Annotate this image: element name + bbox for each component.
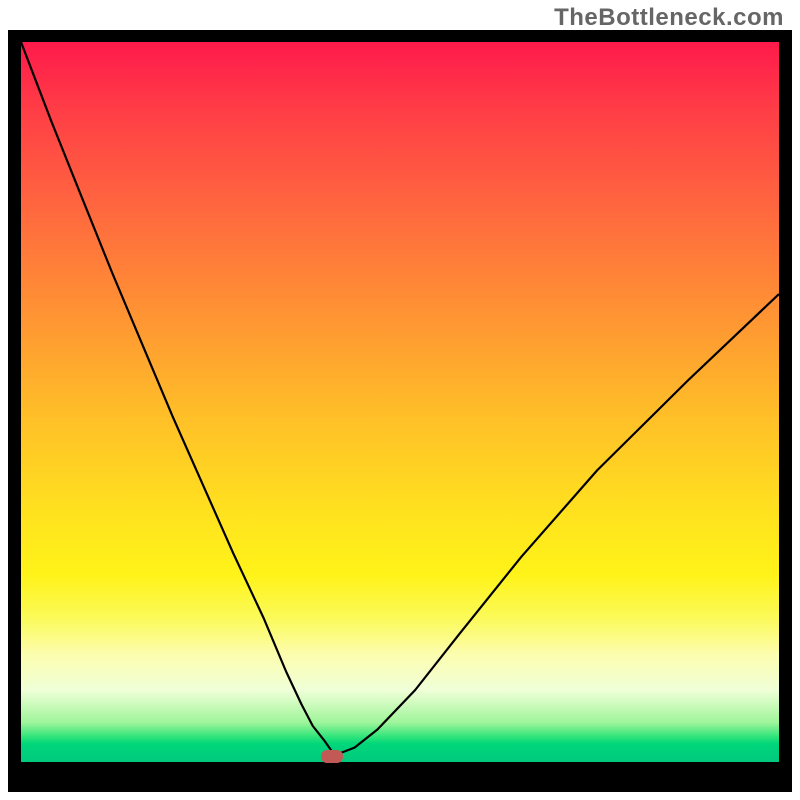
watermark-text: TheBottleneck.com [554, 4, 784, 32]
bottleneck-curve [21, 42, 779, 762]
optimal-point-marker [321, 750, 343, 763]
chart-plot-area [21, 42, 779, 762]
